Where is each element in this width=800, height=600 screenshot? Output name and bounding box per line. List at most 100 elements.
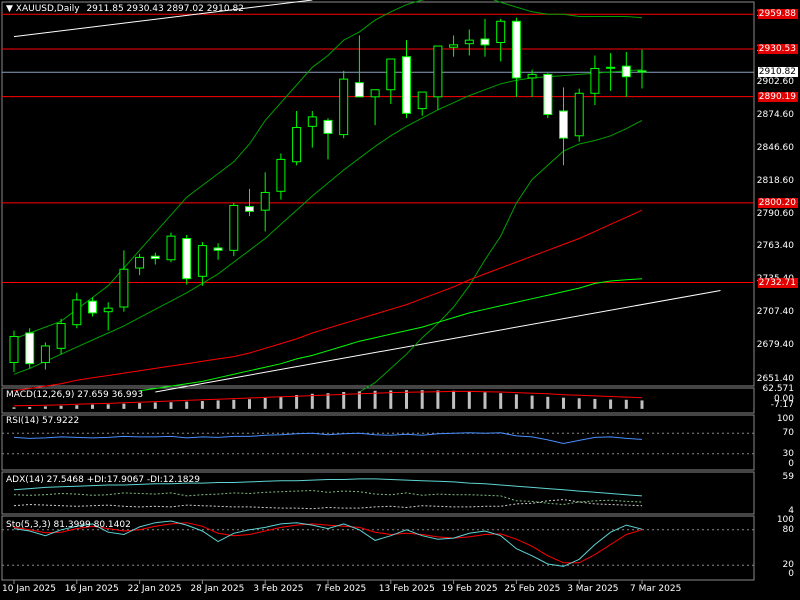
- current-price-tag: 2910.82: [758, 67, 798, 78]
- ma-red-line: [13, 209, 643, 392]
- stoch-tick-label: 0: [788, 569, 794, 579]
- candle-body[interactable]: [386, 58, 396, 91]
- candle-body[interactable]: [574, 92, 584, 137]
- candle-body[interactable]: [590, 67, 600, 94]
- macd-histogram-bar: [640, 400, 644, 409]
- candle-body[interactable]: [433, 45, 443, 98]
- candle-body[interactable]: [25, 332, 35, 365]
- candle-body[interactable]: [511, 20, 521, 79]
- candle-body[interactable]: [72, 299, 82, 326]
- rsi-line: [13, 432, 643, 445]
- candle-body[interactable]: [135, 256, 145, 269]
- candle-body[interactable]: [166, 235, 176, 261]
- macd-histogram-bar: [279, 396, 283, 409]
- macd-histogram-bar: [467, 391, 471, 409]
- rsi-title: RSI(14) 57.9222: [6, 416, 80, 426]
- candle-body[interactable]: [323, 119, 333, 134]
- level-price-tag: 2800.20: [758, 197, 798, 208]
- rsi-tick-label: 0: [788, 459, 794, 469]
- candle-body[interactable]: [213, 247, 223, 251]
- price-tick-label: 2874.60: [756, 110, 794, 120]
- level-price-tag: 2959.88: [758, 9, 798, 20]
- menu-triangle-icon[interactable]: ▼: [6, 4, 13, 14]
- candle-body[interactable]: [229, 204, 239, 251]
- candle-body[interactable]: [56, 323, 66, 349]
- candle-body[interactable]: [543, 73, 553, 116]
- candle-body[interactable]: [245, 206, 254, 212]
- price-tick-label: 2651.40: [756, 373, 794, 384]
- date-tick-label: 3 Mar 2025: [567, 584, 619, 594]
- macd-histogram-bar: [577, 398, 581, 409]
- candle-body[interactable]: [370, 89, 380, 98]
- macd-histogram-bar: [295, 394, 299, 409]
- chart-canvas[interactable]: [0, 0, 800, 600]
- macd-histogram-bar: [263, 398, 267, 409]
- macd-histogram-bar: [248, 399, 251, 409]
- level-price-tag: 2732.71: [758, 277, 798, 288]
- candle-body[interactable]: [103, 307, 113, 313]
- candle-body[interactable]: [496, 20, 506, 44]
- macd-histogram-bar: [499, 393, 503, 409]
- date-tick-label: 25 Feb 2025: [504, 584, 561, 594]
- macd-histogram-bar: [452, 390, 456, 409]
- candle-body[interactable]: [637, 70, 647, 73]
- macd-histogram-bar: [43, 406, 47, 409]
- candle-body[interactable]: [40, 345, 50, 363]
- date-tick-label: 16 Jan 2025: [64, 584, 119, 594]
- macd-histogram-bar: [483, 392, 487, 409]
- date-tick-label: 7 Feb 2025: [316, 584, 367, 594]
- candle-body[interactable]: [354, 82, 364, 98]
- candle-body[interactable]: [150, 255, 160, 260]
- macd-histogram-bar: [91, 404, 94, 409]
- macd-histogram-bar: [28, 407, 32, 409]
- candle-body[interactable]: [260, 191, 270, 211]
- macd-histogram-bar: [420, 390, 424, 409]
- upper-band-line: [13, 0, 643, 340]
- candle-body[interactable]: [621, 65, 631, 78]
- pane-frame: [1, 1, 755, 387]
- macd-histogram-bar: [389, 390, 393, 409]
- candle-body[interactable]: [527, 73, 537, 79]
- ma-green-line: [139, 278, 643, 392]
- candle-body[interactable]: [464, 39, 474, 45]
- macd-histogram-bar: [530, 395, 534, 409]
- rsi-tick-label: 30: [782, 448, 794, 459]
- candle-body[interactable]: [276, 158, 286, 192]
- -di-line: [13, 499, 643, 510]
- macd-histogram-bar: [138, 403, 142, 409]
- candle-body[interactable]: [88, 300, 97, 314]
- candle-body[interactable]: [197, 245, 207, 277]
- candle-body[interactable]: [182, 238, 192, 280]
- candle-body[interactable]: [292, 127, 302, 163]
- price-tick-label: 2846.60: [756, 143, 794, 154]
- trend-line[interactable]: [155, 289, 721, 393]
- adx-title: ADX(14) 27.5468 +DI:17.9067 -DI:12.1829: [6, 475, 200, 485]
- stoch-title: Sto(5,3,3) 81.3999 80.1402: [6, 520, 131, 530]
- macd-histogram-bar: [216, 400, 220, 409]
- price-tick-label: 2902.60: [756, 76, 794, 87]
- candle-body[interactable]: [559, 110, 568, 139]
- macd-histogram-bar: [232, 399, 236, 409]
- price-tick-label: 2707.40: [756, 307, 794, 318]
- level-price-tag: 2890.19: [758, 91, 798, 102]
- candle-body[interactable]: [307, 116, 317, 127]
- date-tick-label: 7 Mar 2025: [630, 584, 682, 594]
- candle-body[interactable]: [9, 336, 19, 363]
- price-tick-label: 2818.60: [756, 176, 794, 187]
- macd-tick-label: 62.571: [762, 384, 795, 394]
- candle-body[interactable]: [119, 268, 129, 308]
- date-tick-label: 10 Jan 2025: [2, 584, 56, 594]
- adx-tick-label: 59: [782, 472, 794, 483]
- level-price-tag: 2930.53: [758, 43, 798, 54]
- candle-body[interactable]: [417, 91, 427, 110]
- price-tick-label: 2790.60: [756, 209, 794, 220]
- stoch-tick-label: 80: [782, 524, 794, 535]
- candle-body[interactable]: [339, 78, 349, 136]
- date-tick-label: 19 Feb 2025: [441, 584, 498, 594]
- candle-body[interactable]: [480, 38, 490, 46]
- candle-body[interactable]: [402, 56, 411, 114]
- candle-body[interactable]: [449, 44, 459, 48]
- rsi-tick-label: 100: [776, 414, 794, 424]
- price-tick-label: 2679.40: [756, 340, 794, 351]
- candle-body[interactable]: [606, 66, 616, 69]
